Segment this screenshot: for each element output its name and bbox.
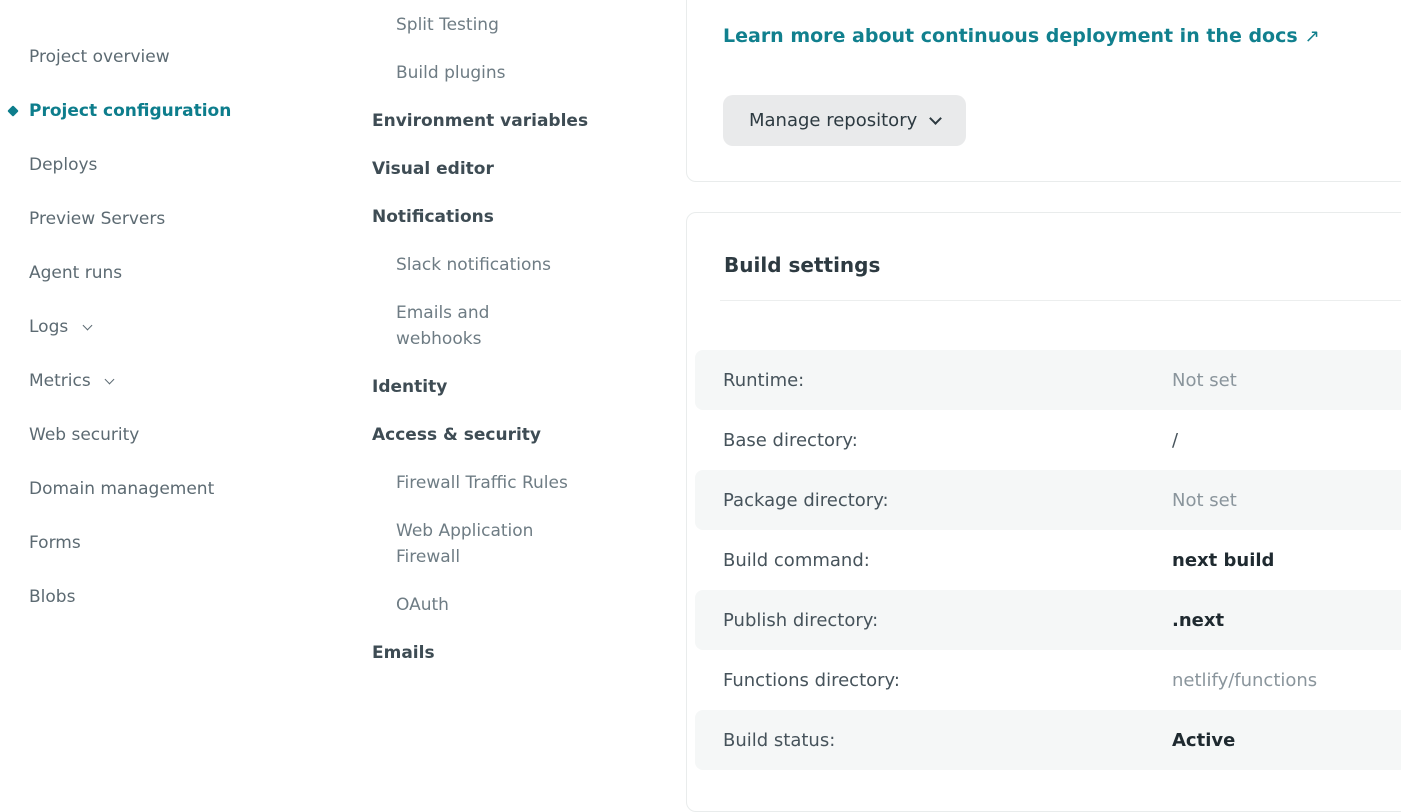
row-value: .next: [1172, 610, 1224, 631]
subnav-item-label: Web Application Firewall: [396, 521, 533, 567]
row-label: Package directory:: [723, 490, 1172, 511]
sidebar-item-label: Project overview: [29, 47, 170, 67]
row-value: Not set: [1172, 370, 1237, 391]
sidebar-item[interactable]: Forms: [29, 530, 329, 556]
sidebar-item-label: Metrics: [29, 371, 91, 391]
manage-repository-label: Manage repository: [749, 110, 917, 131]
sidebar-item[interactable]: Project configuration: [29, 98, 329, 124]
row-value: Active: [1172, 730, 1235, 751]
subnav-item-label: Split Testing: [396, 15, 499, 35]
configuration-subnav: Split Testing Build plugins Environment …: [372, 12, 632, 688]
subnav-item[interactable]: Emails: [372, 640, 602, 666]
subnav-item-label: Environment variables: [372, 111, 588, 131]
subnav-item[interactable]: Web Application Firewall: [372, 518, 577, 570]
manage-repository-button[interactable]: Manage repository: [723, 95, 966, 146]
subnav-item[interactable]: OAuth: [372, 592, 577, 618]
docs-link-label: Learn more about continuous deployment i…: [723, 25, 1298, 47]
subnav-item[interactable]: Build plugins: [372, 60, 577, 86]
table-row: Runtime: Not set: [695, 350, 1401, 410]
table-row: Base directory: /: [695, 410, 1401, 470]
sidebar-item-label: Agent runs: [29, 263, 122, 283]
external-link-icon: ↗: [1305, 26, 1320, 47]
active-item-diamond-icon: [7, 105, 18, 116]
sidebar-item[interactable]: Domain management: [29, 476, 329, 502]
sidebar-item-label: Blobs: [29, 587, 75, 607]
row-label: Publish directory:: [723, 610, 1172, 631]
subnav-item-label: Build plugins: [396, 63, 506, 83]
subnav-item[interactable]: Firewall Traffic Rules: [372, 470, 577, 496]
table-row: Publish directory: .next: [695, 590, 1401, 650]
subnav-item[interactable]: Notifications: [372, 204, 602, 230]
sidebar-item[interactable]: Project overview: [29, 44, 329, 70]
subnav-item[interactable]: Split Testing: [372, 12, 577, 38]
subnav-item[interactable]: Access & security: [372, 422, 602, 448]
subnav-item-label: Identity: [372, 377, 447, 397]
table-row: Package directory: Not set: [695, 470, 1401, 530]
row-value: /: [1172, 430, 1178, 451]
row-value: Not set: [1172, 490, 1237, 511]
sidebar-item[interactable]: Logs: [29, 314, 329, 340]
table-row: Functions directory: netlify/functions: [695, 650, 1401, 710]
sidebar-item-label: Web security: [29, 425, 139, 445]
subnav-item[interactable]: Identity: [372, 374, 602, 400]
subnav-item-label: Notifications: [372, 207, 494, 227]
subnav-item-label: Emails: [372, 643, 435, 663]
sidebar-item[interactable]: Agent runs: [29, 260, 329, 286]
docs-link[interactable]: Learn more about continuous deployment i…: [723, 23, 1320, 50]
row-label: Base directory:: [723, 430, 1172, 451]
subnav-item-label: OAuth: [396, 595, 449, 615]
chevron-down-icon: [82, 321, 92, 331]
build-settings-title: Build settings: [724, 251, 1401, 279]
project-sidebar-list: Project overview Project configuration D…: [29, 44, 329, 610]
subnav-item-label: Slack notifications: [396, 255, 551, 275]
project-sidebar: Project overview Project configuration D…: [29, 44, 329, 638]
row-label: Functions directory:: [723, 670, 1172, 691]
sidebar-item-label: Domain management: [29, 479, 214, 499]
sidebar-item[interactable]: Deploys: [29, 152, 329, 178]
sidebar-item-label: Forms: [29, 533, 81, 553]
chevron-down-icon: [929, 112, 942, 125]
row-value: netlify/functions: [1172, 670, 1317, 691]
subnav-item[interactable]: Visual editor: [372, 156, 602, 182]
sidebar-item[interactable]: Preview Servers: [29, 206, 329, 232]
sidebar-item[interactable]: Metrics: [29, 368, 329, 394]
subnav-item-label: Access & security: [372, 425, 541, 445]
card-divider: [720, 300, 1401, 301]
row-value: next build: [1172, 550, 1274, 571]
sidebar-item-label: Project configuration: [29, 101, 231, 121]
row-label: Build command:: [723, 550, 1172, 571]
row-label: Build status:: [723, 730, 1172, 751]
subnav-item[interactable]: Slack notifications: [372, 252, 577, 278]
build-settings-table: Runtime: Not set Base directory: / Packa…: [695, 350, 1401, 770]
sidebar-item-label: Deploys: [29, 155, 97, 175]
sidebar-item[interactable]: Web security: [29, 422, 329, 448]
subnav-item-label: Visual editor: [372, 159, 494, 179]
build-settings-card: Build settings Runtime: Not set Base dir…: [686, 212, 1401, 812]
table-row: Build status: Active: [695, 710, 1401, 770]
table-row: Build command: next build: [695, 530, 1401, 590]
chevron-down-icon: [105, 375, 115, 385]
continuous-deployment-card: Learn more about continuous deployment i…: [686, 0, 1401, 182]
configuration-subnav-list: Split Testing Build plugins Environment …: [372, 12, 632, 666]
row-label: Runtime:: [723, 370, 1172, 391]
subnav-item-label: Firewall Traffic Rules: [396, 473, 568, 493]
subnav-item[interactable]: Environment variables: [372, 108, 602, 134]
sidebar-item-label: Preview Servers: [29, 209, 165, 229]
sidebar-item-label: Logs: [29, 317, 68, 337]
subnav-item[interactable]: Emails and webhooks: [372, 300, 577, 352]
subnav-item-label: Emails and webhooks: [396, 303, 489, 349]
sidebar-item[interactable]: Blobs: [29, 584, 329, 610]
